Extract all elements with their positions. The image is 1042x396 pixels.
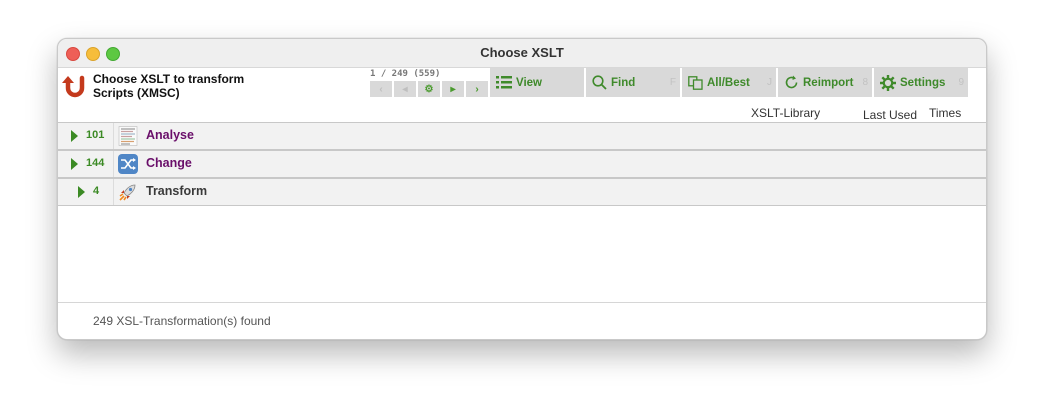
- find-shortcut: F: [669, 77, 676, 88]
- nav-settings-button[interactable]: ⚙: [418, 81, 440, 97]
- window-title: Choose XSLT: [480, 45, 564, 60]
- refresh-icon: [784, 75, 799, 90]
- row-divider: [113, 123, 114, 149]
- settings-button-label: Settings: [900, 76, 946, 89]
- group-label: Transform: [146, 184, 208, 198]
- all-best-button-label: All/Best: [707, 76, 750, 89]
- group-count: 4: [93, 185, 100, 197]
- column-header-last-used[interactable]: Last Used: [863, 108, 917, 122]
- shuffle-icon: [118, 154, 138, 174]
- settings-button[interactable]: Settings 9: [874, 68, 968, 97]
- group-row-analyse[interactable]: 101 Analyse: [58, 122, 986, 150]
- group-label: Change: [146, 156, 192, 170]
- triangle-right-icon: ▸: [450, 83, 456, 95]
- all-best-shortcut: J: [767, 77, 772, 88]
- document-lines-icon: [118, 126, 138, 146]
- column-header-library[interactable]: XSLT-Library: [751, 106, 820, 120]
- settings-shortcut: 9: [958, 77, 964, 88]
- next-record-button[interactable]: ▸: [442, 81, 464, 97]
- title-bar: Choose XSLT: [58, 39, 986, 68]
- row-divider: [113, 179, 114, 205]
- disclosure-triangle-icon[interactable]: [71, 130, 78, 142]
- navigation-controls: ‹ ◂ ⚙ ▸ ›: [370, 81, 490, 97]
- chevron-left-icon: ‹: [379, 83, 383, 95]
- find-button[interactable]: Find F: [586, 68, 680, 97]
- dialog-window: Choose XSLT Choose XSLT to transform Scr…: [57, 38, 987, 340]
- last-record-button[interactable]: ›: [466, 81, 488, 97]
- u-turn-arrow-icon: [62, 75, 85, 98]
- group-row-change[interactable]: 144 Change: [58, 150, 986, 178]
- reimport-button[interactable]: Reimport 8: [778, 68, 872, 97]
- disclosure-triangle-icon[interactable]: [78, 186, 85, 198]
- view-button[interactable]: View: [490, 68, 584, 97]
- list-icon: [496, 76, 512, 89]
- group-count: 101: [86, 129, 105, 141]
- group-row-transform[interactable]: 4 Transform: [58, 178, 986, 206]
- copy-icon: [688, 75, 703, 90]
- row-divider: [113, 151, 114, 177]
- reimport-shortcut: 8: [862, 77, 868, 88]
- status-text: 249 XSL-Transformation(s) found: [93, 314, 271, 328]
- rocket-icon: [119, 184, 136, 201]
- view-button-label: View: [516, 76, 542, 89]
- gear-icon: [880, 74, 896, 91]
- first-record-button[interactable]: ‹: [370, 81, 392, 97]
- chevron-right-icon: ›: [475, 83, 479, 95]
- toolbar: Choose XSLT to transform Scripts (XMSC) …: [58, 68, 986, 124]
- group-count: 144: [86, 157, 105, 169]
- previous-record-button[interactable]: ◂: [394, 81, 416, 97]
- status-divider: [58, 302, 986, 303]
- find-button-label: Find: [611, 76, 636, 89]
- reimport-button-label: Reimport: [803, 76, 854, 89]
- group-label: Analyse: [146, 128, 194, 142]
- gear-icon: ⚙: [424, 83, 434, 95]
- heading-line-1: Choose XSLT to transform: [93, 72, 245, 86]
- triangle-left-icon: ◂: [402, 83, 408, 95]
- heading-line-2: Scripts (XMSC): [93, 86, 180, 100]
- disclosure-triangle-icon[interactable]: [71, 158, 78, 170]
- column-header-times[interactable]: Times: [929, 106, 961, 120]
- all-best-button[interactable]: All/Best J: [682, 68, 776, 97]
- dialog-heading: Choose XSLT to transform Scripts (XMSC): [93, 72, 273, 100]
- record-counter: 1 / 249 (559): [370, 69, 441, 79]
- magnifier-icon: [592, 75, 607, 90]
